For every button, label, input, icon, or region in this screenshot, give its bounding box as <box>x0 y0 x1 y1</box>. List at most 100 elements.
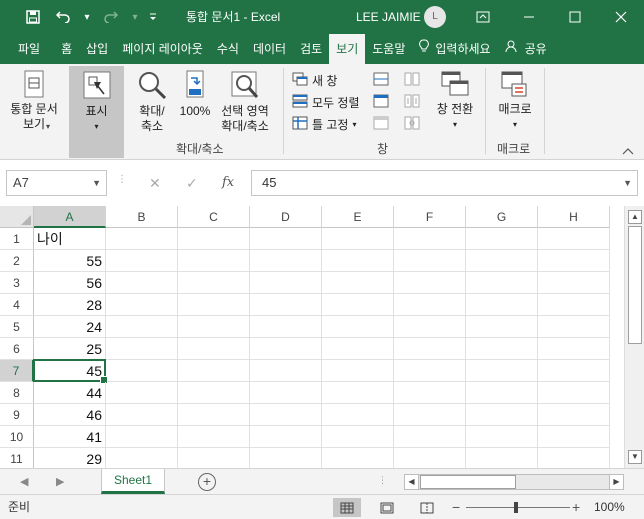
insert-function-icon[interactable]: fx <box>222 170 234 196</box>
formula-bar-resize-icon[interactable]: ⋮ <box>117 174 127 185</box>
synchronous-scrolling-icon[interactable] <box>404 94 420 111</box>
cell[interactable] <box>466 448 538 468</box>
cell[interactable] <box>394 426 466 448</box>
cell[interactable]: 55 <box>34 250 106 272</box>
cell[interactable] <box>250 426 322 448</box>
cell[interactable] <box>538 250 610 272</box>
tab-insert[interactable]: 삽입 <box>79 34 115 64</box>
undo-icon[interactable] <box>48 0 78 34</box>
tab-data[interactable]: 데이터 <box>246 34 293 64</box>
cell[interactable] <box>538 338 610 360</box>
cell[interactable] <box>538 448 610 468</box>
close-icon[interactable] <box>598 0 644 34</box>
cell[interactable] <box>322 316 394 338</box>
redo-dropdown-icon[interactable]: ▾ <box>126 0 144 34</box>
hide-window-icon[interactable] <box>373 94 389 111</box>
cell[interactable] <box>538 272 610 294</box>
cell[interactable] <box>394 294 466 316</box>
cell[interactable] <box>106 294 178 316</box>
scroll-left-icon[interactable]: ◀ <box>405 475 419 489</box>
cell[interactable] <box>178 426 250 448</box>
cell[interactable]: 44 <box>34 382 106 404</box>
tab-help[interactable]: 도움말 <box>365 34 412 64</box>
enter-icon[interactable]: ✓ <box>186 170 198 196</box>
cell[interactable] <box>466 228 538 250</box>
zoom-out-icon[interactable]: − <box>452 495 460 519</box>
tab-split-handle[interactable]: ⋮ <box>378 475 387 486</box>
cell[interactable] <box>466 250 538 272</box>
cell[interactable]: 나이 <box>34 228 106 250</box>
user-name[interactable]: LEE JAIMIE <box>356 0 421 34</box>
row-header[interactable]: 8 <box>0 382 34 404</box>
scroll-up-icon[interactable]: ▲ <box>628 210 642 224</box>
workbook-views-button[interactable]: 통합 문서 보기 <box>4 70 64 136</box>
cell[interactable]: 41 <box>34 426 106 448</box>
switch-windows-button[interactable]: 창 전환 ▾ <box>432 70 478 140</box>
cell[interactable] <box>466 382 538 404</box>
customize-qat-icon[interactable] <box>144 0 162 34</box>
column-header-e[interactable]: E <box>322 206 394 228</box>
row-header[interactable]: 11 <box>0 448 34 468</box>
row-header[interactable]: 7 <box>0 360 34 382</box>
zoom-button[interactable]: 확대/ 축소 <box>132 70 172 140</box>
worksheet-grid[interactable]: A B C D E F G H 1 나이 2 55 3 56 4 28 5 24 6 25 7 45 8 44 9 46 10 41 1… <box>0 206 624 468</box>
cell[interactable] <box>466 316 538 338</box>
cell[interactable] <box>322 250 394 272</box>
horizontal-scroll-thumb[interactable] <box>420 475 516 489</box>
cell[interactable]: 56 <box>34 272 106 294</box>
page-break-preview-icon[interactable] <box>413 498 441 517</box>
vertical-scrollbar[interactable]: ▲ ▼ <box>624 206 644 468</box>
horizontal-scrollbar[interactable]: ◀ ▶ <box>404 474 624 490</box>
scroll-right-icon[interactable]: ▶ <box>609 475 623 489</box>
cell[interactable] <box>250 272 322 294</box>
cell[interactable] <box>178 272 250 294</box>
column-header-h[interactable]: H <box>538 206 610 228</box>
cell[interactable] <box>322 426 394 448</box>
tab-page-layout[interactable]: 페이지 레이아웃 <box>115 34 210 64</box>
cell[interactable] <box>322 272 394 294</box>
cell[interactable] <box>250 360 322 382</box>
minimize-icon[interactable] <box>506 0 552 34</box>
cell[interactable] <box>250 250 322 272</box>
cell[interactable]: 29 <box>34 448 106 468</box>
cell[interactable] <box>106 404 178 426</box>
cell[interactable]: 24 <box>34 316 106 338</box>
cell[interactable] <box>178 448 250 468</box>
tab-formulas[interactable]: 수식 <box>210 34 246 64</box>
column-header-b[interactable]: B <box>106 206 178 228</box>
tab-view[interactable]: 보기 <box>329 34 366 64</box>
arrange-all-button[interactable]: 모두 정렬 <box>292 94 360 111</box>
select-all-button[interactable] <box>0 206 34 228</box>
cell[interactable] <box>106 316 178 338</box>
new-sheet-icon[interactable]: + <box>198 473 216 491</box>
show-button[interactable]: 표시 ▾ <box>69 66 124 158</box>
split-icon[interactable] <box>373 72 389 89</box>
cell[interactable] <box>466 360 538 382</box>
normal-view-icon[interactable] <box>333 498 361 517</box>
cell[interactable] <box>106 426 178 448</box>
cell[interactable] <box>106 382 178 404</box>
ribbon-display-options-icon[interactable] <box>460 0 506 34</box>
expand-formula-bar-icon[interactable]: ▼ <box>623 171 632 195</box>
column-header-d[interactable]: D <box>250 206 322 228</box>
cell[interactable] <box>178 316 250 338</box>
freeze-panes-button[interactable]: 틀 고정 ▾ <box>292 116 356 133</box>
vertical-scroll-thumb[interactable] <box>628 226 642 344</box>
row-header[interactable]: 1 <box>0 228 34 250</box>
new-window-button[interactable]: 새 창 <box>292 72 337 89</box>
cell[interactable] <box>178 360 250 382</box>
cell[interactable]: 46 <box>34 404 106 426</box>
page-layout-view-icon[interactable] <box>373 498 401 517</box>
cell[interactable] <box>178 338 250 360</box>
cell[interactable] <box>322 228 394 250</box>
cell[interactable] <box>322 404 394 426</box>
view-side-by-side-icon[interactable] <box>404 72 420 89</box>
cell[interactable] <box>394 404 466 426</box>
cell[interactable]: 25 <box>34 338 106 360</box>
save-icon[interactable] <box>18 0 48 34</box>
scroll-down-icon[interactable]: ▼ <box>628 450 642 464</box>
column-header-g[interactable]: G <box>466 206 538 228</box>
cell[interactable] <box>466 404 538 426</box>
column-header-c[interactable]: C <box>178 206 250 228</box>
name-box-dropdown-icon[interactable]: ▼ <box>92 171 101 195</box>
